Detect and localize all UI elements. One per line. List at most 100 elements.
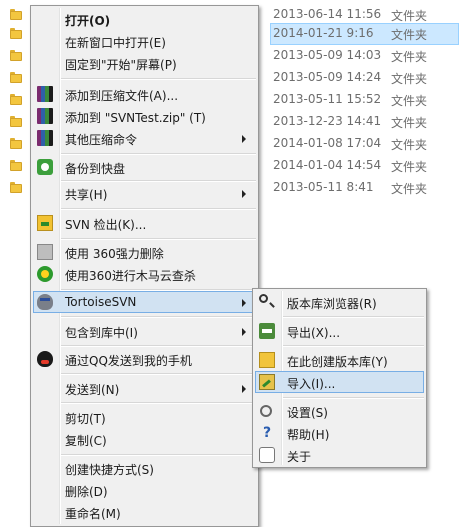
shredder-icon — [37, 244, 53, 260]
menu-item-copy[interactable]: 复制(C) — [33, 428, 256, 450]
create-repository-icon — [259, 352, 275, 368]
file-type: 文件夹 — [391, 182, 428, 196]
menu-item-label: 通过QQ发送到我的手机 — [65, 354, 192, 368]
folder-icon — [10, 138, 22, 149]
folder-icon — [10, 160, 22, 171]
menu-separator — [61, 208, 256, 210]
menu-item-label: TortoiseSVN — [65, 295, 137, 309]
file-type: 文件夹 — [391, 94, 428, 108]
menu-item-label: 打开(O) — [65, 14, 111, 28]
menu-item-svn-checkout[interactable]: SVN 检出(K)... — [33, 212, 256, 234]
menu-item-label: 添加到 "SVNTest.zip" (T) — [65, 111, 206, 125]
menu-item-label: 使用360进行木马云查杀 — [65, 269, 196, 283]
menu-item-label: SVN 检出(K)... — [65, 218, 147, 232]
menu-item-rename[interactable]: 重命名(M) — [33, 501, 256, 523]
file-type: 文件夹 — [391, 72, 428, 86]
menu-separator — [61, 373, 256, 375]
search-icon — [259, 294, 268, 303]
menu-item-tortoisesvn[interactable]: TortoiseSVN — [33, 291, 256, 313]
qq-penguin-icon — [37, 351, 53, 367]
file-type: 文件夹 — [391, 28, 428, 42]
menu-item-import[interactable]: 导入(I)... — [255, 371, 424, 393]
menu-item-label: 其他压缩命令 — [65, 133, 138, 147]
menu-separator — [61, 153, 256, 155]
settings-wrench-icon — [260, 405, 272, 417]
menu-item-label: 删除(D) — [65, 485, 108, 499]
submenu-arrow-icon — [242, 190, 246, 198]
menu-item-label: 关于 — [287, 450, 312, 464]
menu-item-qq-send-to-phone[interactable]: 通过QQ发送到我的手机 — [33, 348, 256, 370]
menu-item-backup-kuaipan[interactable]: 备份到快盘 — [33, 156, 256, 178]
menu-item-label: 固定到"开始"屏幕(P) — [65, 58, 177, 72]
menu-item-label: 备份到快盘 — [65, 162, 126, 176]
modified-date: 2013-12-23 14:41 — [273, 114, 382, 128]
submenu-arrow-icon — [242, 385, 246, 393]
menu-separator — [61, 238, 256, 240]
menu-item-label: 导入(I)... — [287, 377, 336, 391]
menu-separator — [61, 316, 256, 318]
file-type: 文件夹 — [391, 50, 428, 64]
folder-icon — [10, 94, 22, 105]
tortoisesvn-icon — [37, 294, 53, 310]
menu-item-360-trojan-scan[interactable]: 使用360进行木马云查杀 — [33, 263, 256, 285]
modified-date: 2013-05-11 15:52 — [273, 92, 382, 106]
menu-item-other-compress[interactable]: 其他压缩命令 — [33, 127, 256, 149]
menu-separator — [61, 402, 256, 404]
menu-item-label: 在新窗口中打开(E) — [65, 36, 166, 50]
menu-item-pin-to-start[interactable]: 固定到"开始"屏幕(P) — [33, 52, 256, 74]
menu-separator — [61, 454, 256, 456]
export-icon — [259, 323, 275, 339]
menu-item-create-repository[interactable]: 在此创建版本库(Y) — [255, 349, 424, 371]
folder-icon — [10, 9, 22, 20]
file-type: 文件夹 — [391, 138, 428, 152]
tortoisesvn-submenu: 版本库浏览器(R) 导出(X)... 在此创建版本库(Y) 导入(I)... 设… — [252, 288, 427, 468]
winrar-icon — [37, 108, 53, 124]
submenu-arrow-icon — [242, 135, 246, 143]
about-icon — [259, 447, 275, 463]
360-security-icon — [37, 266, 53, 282]
menu-item-label: 导出(X)... — [287, 326, 341, 340]
menu-item-label: 在此创建版本库(Y) — [287, 355, 388, 369]
folder-icon — [10, 50, 22, 61]
menu-item-share[interactable]: 共享(H) — [33, 182, 256, 204]
submenu-arrow-icon — [242, 299, 246, 307]
modified-date: 2014-01-04 14:54 — [273, 158, 382, 172]
modified-date: 2013-05-09 14:24 — [273, 70, 382, 84]
file-type: 文件夹 — [391, 160, 428, 174]
menu-item-repo-browser[interactable]: 版本库浏览器(R) — [255, 291, 424, 313]
menu-item-help[interactable]: ? 帮助(H) — [255, 422, 424, 444]
menu-item-open-new-window[interactable]: 在新窗口中打开(E) — [33, 30, 256, 52]
menu-item-cut[interactable]: 剪切(T) — [33, 406, 256, 428]
menu-item-label: 复制(C) — [65, 434, 107, 448]
modified-date: 2013-05-09 14:03 — [273, 48, 382, 62]
menu-item-label: 帮助(H) — [287, 428, 330, 442]
menu-item-delete[interactable]: 删除(D) — [33, 479, 256, 501]
modified-date: 2014-01-08 17:04 — [273, 136, 382, 150]
menu-item-include-in-library[interactable]: 包含到库中(I) — [33, 320, 256, 342]
menu-item-open[interactable]: 打开(O) — [33, 8, 256, 30]
menu-item-label: 创建快捷方式(S) — [65, 463, 154, 477]
menu-item-send-to[interactable]: 发送到(N) — [33, 377, 256, 399]
submenu-arrow-icon — [242, 328, 246, 336]
menu-item-label: 版本库浏览器(R) — [287, 297, 377, 311]
menu-item-add-to-zip[interactable]: 添加到 "SVNTest.zip" (T) — [33, 105, 256, 127]
folder-icon — [10, 116, 22, 127]
menu-item-export[interactable]: 导出(X)... — [255, 320, 424, 342]
menu-item-label: 发送到(N) — [65, 383, 120, 397]
menu-separator — [283, 316, 424, 318]
modified-date: 2013-06-14 11:56 — [273, 7, 382, 21]
kuaipan-icon — [37, 159, 53, 175]
menu-item-settings[interactable]: 设置(S) — [255, 400, 424, 422]
menu-item-about[interactable]: 关于 — [255, 444, 424, 466]
import-icon — [259, 374, 275, 390]
menu-item-add-to-archive[interactable]: 添加到压缩文件(A)... — [33, 83, 256, 105]
context-menu: 打开(O) 在新窗口中打开(E) 固定到"开始"屏幕(P) 添加到压缩文件(A)… — [30, 5, 259, 527]
svn-checkout-icon — [37, 215, 53, 231]
menu-item-label: 重命名(M) — [65, 507, 121, 521]
folder-icon — [10, 28, 22, 39]
menu-item-360-force-delete[interactable]: 使用 360强力删除 — [33, 241, 256, 263]
menu-item-create-shortcut[interactable]: 创建快捷方式(S) — [33, 457, 256, 479]
winrar-icon — [37, 86, 53, 102]
help-icon: ? — [262, 425, 272, 441]
menu-item-label: 设置(S) — [287, 406, 328, 420]
